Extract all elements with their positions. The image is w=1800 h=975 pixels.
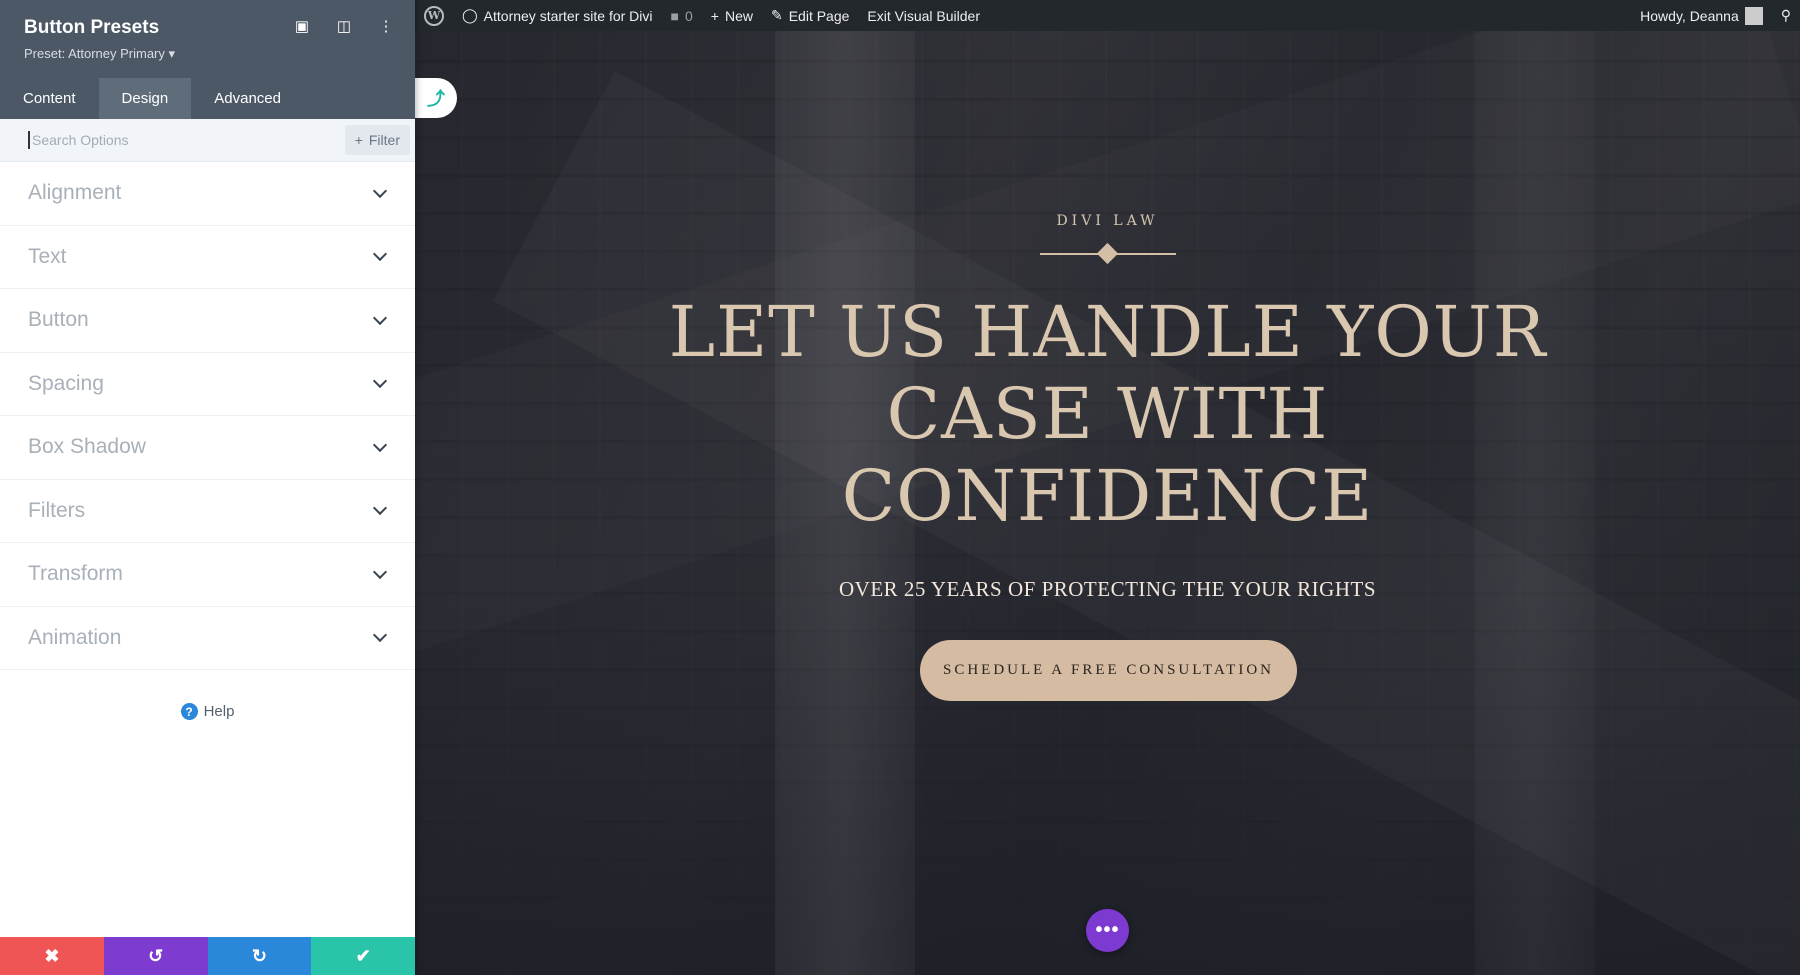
chevron-down-icon bbox=[372, 564, 388, 579]
tab-content[interactable]: Content bbox=[0, 78, 99, 119]
panel-header: Button Presets Preset: Attorney Primary … bbox=[0, 0, 415, 78]
preset-label: Preset: Attorney Primary bbox=[24, 46, 165, 61]
section-text[interactable]: Text bbox=[0, 226, 415, 289]
hero-eyebrow: DIVI LAW bbox=[1056, 213, 1159, 229]
dots-icon: ••• bbox=[1095, 919, 1120, 941]
divider-diamond bbox=[1096, 242, 1119, 265]
chevron-down-icon bbox=[372, 247, 388, 262]
user-greeting: Howdy, Deanna bbox=[1640, 7, 1739, 24]
wp-logo-menu[interactable]: W bbox=[415, 0, 453, 31]
toggle-arrow-icon: ⤴ bbox=[427, 89, 445, 109]
fullscreen-icon[interactable]: ▣ bbox=[293, 17, 311, 35]
help-icon: ? bbox=[180, 703, 198, 720]
more-vertical-icon[interactable]: ⋮ bbox=[377, 17, 395, 35]
edit-page-label: Edit Page bbox=[788, 7, 850, 24]
exit-label: Exit Visual Builder bbox=[867, 7, 980, 24]
builder-settings-dots-button[interactable]: ••• bbox=[1086, 909, 1129, 952]
section-button[interactable]: Button bbox=[0, 289, 415, 353]
undo-icon: ↺ bbox=[148, 945, 164, 966]
user-account-menu[interactable]: Howdy, Deanna bbox=[1631, 0, 1772, 31]
section-alignment[interactable]: Alignment bbox=[0, 162, 415, 226]
hero-headline: LET US HANDLE YOUR CASE WITH CONFIDENCE bbox=[668, 291, 1547, 537]
search-icon: ⚲ bbox=[1780, 7, 1791, 23]
hero-subhead: OVER 25 YEARS OF PROTECTING THE YOUR RIG… bbox=[839, 577, 1376, 601]
section-label: Text bbox=[28, 244, 67, 268]
section-transform[interactable]: Transform bbox=[0, 543, 415, 607]
section-label: Transform bbox=[28, 562, 123, 586]
section-label: Filters bbox=[28, 498, 86, 522]
help-label: Help bbox=[203, 703, 235, 720]
section-spacing[interactable]: Spacing bbox=[0, 353, 415, 416]
check-icon: ✔ bbox=[355, 945, 371, 966]
filter-button[interactable]: + Filter bbox=[344, 125, 410, 155]
exit-visual-builder-link[interactable]: Exit Visual Builder bbox=[858, 0, 989, 31]
hero-section: DIVI LAW LET US HANDLE YOUR CASE WITH CO… bbox=[415, 31, 1800, 975]
plus-icon: + bbox=[354, 132, 363, 148]
help-link[interactable]: ? Help bbox=[0, 703, 415, 720]
tab-design[interactable]: Design bbox=[98, 78, 192, 119]
section-label: Box Shadow bbox=[28, 435, 146, 459]
panel-title: Button Presets bbox=[24, 17, 160, 38]
comment-icon: ■ bbox=[670, 7, 679, 24]
chevron-down-icon bbox=[372, 374, 388, 389]
avatar bbox=[1744, 6, 1763, 25]
caret-down-icon: ▾ bbox=[168, 46, 176, 61]
edit-page-link[interactable]: ✎ Edit Page bbox=[762, 0, 858, 31]
new-content-link[interactable]: + New bbox=[702, 0, 762, 31]
panel-footer-actions: ✖ ↺ ↻ ✔ bbox=[0, 937, 415, 975]
save-button[interactable]: ✔ bbox=[311, 937, 415, 975]
redo-button[interactable]: ↻ bbox=[207, 937, 312, 975]
search-options-input[interactable] bbox=[28, 131, 345, 149]
undo-button[interactable]: ↺ bbox=[103, 937, 208, 975]
ornament-divider bbox=[1040, 242, 1176, 265]
schedule-consultation-button[interactable]: SCHEDULE A FREE CONSULTATION bbox=[920, 640, 1297, 701]
filter-label: Filter bbox=[368, 132, 400, 148]
close-icon: ✖ bbox=[44, 945, 60, 966]
admin-search-button[interactable]: ⚲ bbox=[1772, 0, 1800, 31]
chevron-down-icon bbox=[372, 310, 388, 325]
section-filters[interactable]: Filters bbox=[0, 480, 415, 543]
dashboard-icon: ◯ bbox=[462, 7, 478, 23]
section-label: Alignment bbox=[28, 181, 122, 205]
chevron-down-icon bbox=[372, 628, 388, 643]
panel-header-actions: ▣ ◫ ⋮ bbox=[293, 17, 395, 35]
comments-count: 0 bbox=[684, 7, 693, 24]
section-label: Animation bbox=[28, 625, 122, 649]
chevron-down-icon bbox=[372, 501, 388, 516]
site-name-link[interactable]: ◯ Attorney starter site for Divi bbox=[453, 0, 662, 31]
preset-dropdown[interactable]: Preset: Attorney Primary ▾ bbox=[24, 46, 175, 62]
site-name: Attorney starter site for Divi bbox=[483, 7, 653, 24]
split-view-icon[interactable]: ◫ bbox=[335, 17, 353, 35]
discard-button[interactable]: ✖ bbox=[0, 937, 104, 975]
panel-tabs: Content Design Advanced bbox=[0, 78, 415, 119]
search-options-bar: + Filter bbox=[0, 119, 415, 162]
panel-toggle-button[interactable]: ⤴ bbox=[415, 78, 457, 118]
tab-advanced[interactable]: Advanced bbox=[191, 78, 304, 119]
wp-admin-bar: W ◯ Attorney starter site for Divi ■ 0 +… bbox=[415, 0, 1800, 31]
redo-icon: ↻ bbox=[251, 945, 267, 966]
wordpress-icon: W bbox=[424, 5, 444, 26]
section-label: Button bbox=[28, 308, 89, 332]
chevron-down-icon bbox=[372, 437, 388, 452]
pencil-icon: ✎ bbox=[770, 7, 783, 23]
section-label: Spacing bbox=[28, 371, 104, 395]
new-label: New bbox=[724, 7, 753, 24]
section-box-shadow[interactable]: Box Shadow bbox=[0, 416, 415, 480]
chevron-down-icon bbox=[372, 183, 388, 198]
section-animation[interactable]: Animation bbox=[0, 607, 415, 670]
plus-icon: + bbox=[710, 7, 719, 24]
comments-link[interactable]: ■ 0 bbox=[662, 0, 702, 31]
button-presets-panel: Button Presets Preset: Attorney Primary … bbox=[0, 0, 415, 975]
